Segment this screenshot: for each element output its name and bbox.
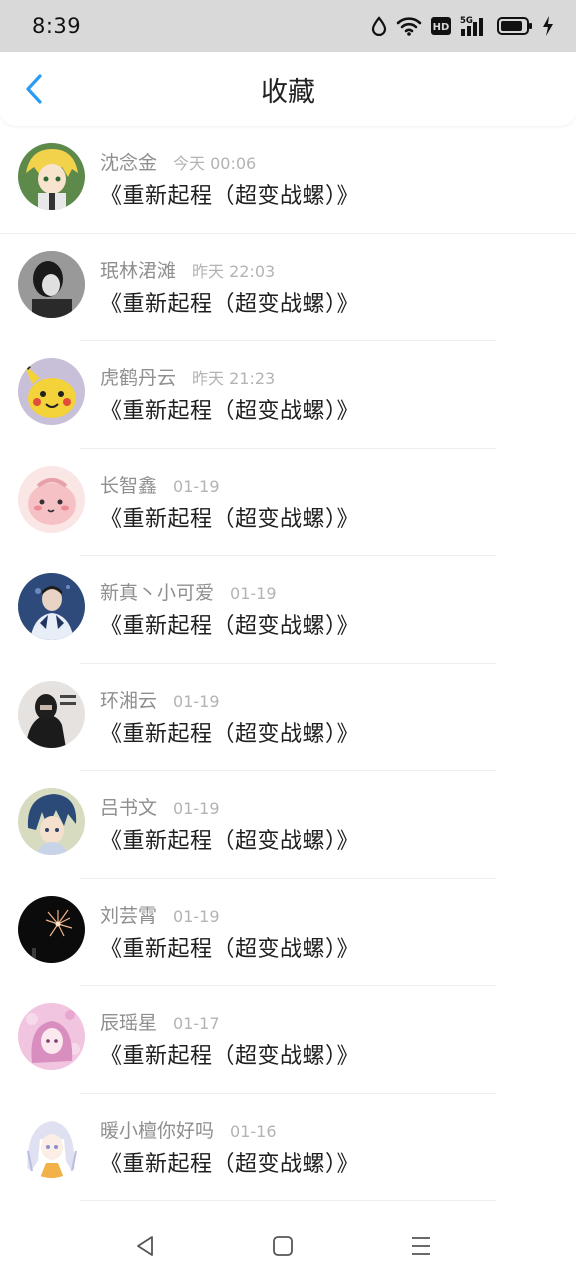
drop-icon <box>371 16 387 36</box>
timestamp: 01-17 <box>173 1014 220 1033</box>
network-label: 5G <box>460 16 473 26</box>
favorites-list: 沈念金 今天 00:06 《重新起程（超变战螺）》 珉林涒滩 昨天 22:03 《重新起程… <box>0 126 576 1201</box>
favorite-content: 《重新起程（超变战螺）》 <box>100 614 360 639</box>
favorite-meta: 虎鹤丹云 昨天 21:23 <box>100 363 275 390</box>
charging-icon <box>542 16 554 36</box>
nav-menu-button[interactable] <box>403 1228 439 1264</box>
user-name: 刘芸霄 <box>100 904 158 927</box>
timestamp: 昨天 22:03 <box>192 261 276 281</box>
page-title: 收藏 <box>261 76 315 108</box>
hd-label: HD <box>433 22 450 33</box>
home-square-icon <box>273 1236 293 1256</box>
favorite-meta: 长智鑫 01-19 <box>100 471 220 498</box>
status-time: 8:39 <box>32 14 82 38</box>
status-bar: 8:39 HD 5G <box>0 0 576 52</box>
favorite-meta: 沈念金 今天 00:06 <box>100 148 256 175</box>
timestamp: 01-19 <box>230 584 277 603</box>
user-name: 辰瑶星 <box>100 1012 158 1034</box>
favorite-item[interactable]: 环湘云 01-19 《重新起程（超变战螺）》 <box>0 664 576 771</box>
timestamp: 01-19 <box>173 476 220 496</box>
user-name: 长智鑫 <box>100 474 158 497</box>
avatar[interactable] <box>18 143 85 210</box>
menu-lines-icon <box>412 1237 430 1255</box>
avatar[interactable] <box>18 1003 85 1070</box>
timestamp: 01-16 <box>230 1121 277 1141</box>
divider <box>80 1200 496 1201</box>
user-name: 暖小檀你好吗 <box>100 1119 215 1142</box>
avatar[interactable] <box>18 358 85 425</box>
user-name: 新真丶小可爱 <box>100 582 215 604</box>
favorite-item[interactable]: 刘芸霄 01-19 《重新起程（超变战螺）》 <box>0 879 576 986</box>
user-name: 珉林涒滩 <box>100 259 177 282</box>
avatar[interactable] <box>18 573 85 640</box>
favorite-item[interactable]: 新真丶小可爱 01-19 《重新起程（超变战螺）》 <box>0 556 576 664</box>
avatar[interactable] <box>18 895 85 963</box>
timestamp: 01-19 <box>173 799 220 818</box>
status-icons: HD 5G <box>371 15 554 37</box>
back-triangle-icon <box>137 1236 153 1256</box>
user-name: 环湘云 <box>100 689 158 712</box>
nav-back-button[interactable] <box>127 1228 163 1264</box>
favorite-content: 《重新起程（超变战螺）》 <box>100 1151 360 1177</box>
favorite-meta: 辰瑶星 01-17 <box>100 1008 220 1035</box>
chevron-left-icon <box>26 74 42 104</box>
favorite-item[interactable]: 吕书文 01-19 《重新起程（超变战螺）》 <box>0 771 576 879</box>
back-button[interactable] <box>14 69 54 109</box>
favorite-meta: 吕书文 01-19 <box>100 793 220 820</box>
favorite-meta: 暖小檀你好吗 01-16 <box>100 1116 277 1143</box>
favorite-item[interactable]: 珉林涒滩 昨天 22:03 《重新起程（超变战螺）》 <box>0 234 576 341</box>
favorite-item[interactable]: 暖小檀你好吗 01-16 《重新起程（超变战螺）》 <box>0 1094 576 1201</box>
favorite-content: 《重新起程（超变战螺）》 <box>100 399 360 424</box>
nav-home-button[interactable] <box>265 1228 301 1264</box>
favorite-content: 《重新起程（超变战螺）》 <box>100 184 360 209</box>
avatar[interactable] <box>18 465 85 533</box>
favorite-content: 《重新起程（超变战螺）》 <box>100 506 360 532</box>
favorite-content: 《重新起程（超变战螺）》 <box>100 721 360 747</box>
user-name: 吕书文 <box>100 797 158 819</box>
wifi-icon <box>396 16 422 36</box>
timestamp: 01-19 <box>173 691 220 711</box>
favorite-content: 《重新起程（超变战螺）》 <box>100 1044 360 1069</box>
battery-icon <box>497 17 533 35</box>
favorite-meta: 环湘云 01-19 <box>100 686 220 713</box>
timestamp: 今天 00:06 <box>173 154 257 173</box>
favorite-meta: 刘芸霄 01-19 <box>100 901 220 928</box>
user-name: 沈念金 <box>100 152 158 174</box>
favorite-item[interactable]: 虎鹤丹云 昨天 21:23 《重新起程（超变战螺）》 <box>0 341 576 449</box>
favorite-content: 《重新起程（超变战螺）》 <box>100 829 360 854</box>
avatar[interactable] <box>18 680 85 748</box>
favorite-meta: 新真丶小可爱 01-19 <box>100 578 277 605</box>
user-name: 虎鹤丹云 <box>100 367 177 389</box>
favorite-content: 《重新起程（超变战螺）》 <box>100 936 360 962</box>
avatar[interactable] <box>18 1110 85 1178</box>
favorite-item[interactable]: 辰瑶星 01-17 《重新起程（超变战螺）》 <box>0 986 576 1094</box>
hd-icon: HD <box>431 17 451 35</box>
timestamp: 01-19 <box>173 906 220 926</box>
avatar[interactable] <box>18 250 85 318</box>
avatar[interactable] <box>18 788 85 855</box>
header-bar: 收藏 <box>0 52 576 126</box>
signal-5g-icon: 5G <box>460 15 488 37</box>
favorite-content: 《重新起程（超变战螺）》 <box>100 291 360 317</box>
favorite-item[interactable]: 沈念金 今天 00:06 《重新起程（超变战螺）》 <box>0 126 576 234</box>
favorite-meta: 珉林涒滩 昨天 22:03 <box>100 256 275 283</box>
system-nav-bar <box>0 1210 576 1280</box>
favorite-item[interactable]: 长智鑫 01-19 《重新起程（超变战螺）》 <box>0 449 576 556</box>
timestamp: 昨天 21:23 <box>192 369 276 388</box>
